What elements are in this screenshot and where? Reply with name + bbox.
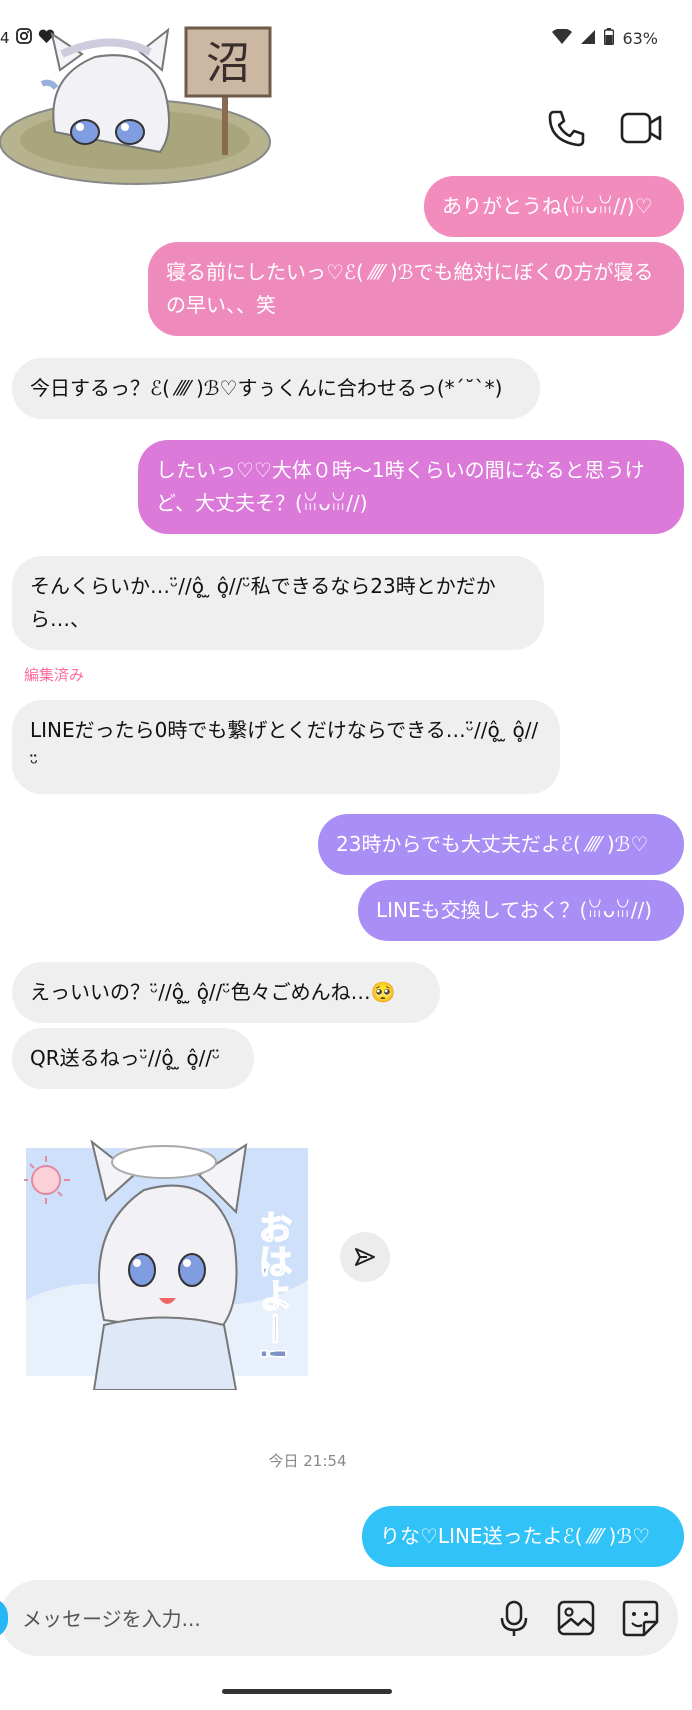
message-composer [0,1580,678,1656]
message-bubble-incoming[interactable]: 今日するっ？ℰ( ⁄⁄⁄⁄ )ℬ♡すぅくんに合わせるっ(*´˘`*) [12,358,540,419]
image-icon[interactable] [556,1598,596,1638]
message-bubble-incoming[interactable]: えっいいの？ᵕ̈//ô̥ ̫ ô̥//ᵕ̈色々ごめんね…🥺 [12,962,440,1023]
send-icon[interactable] [340,1232,390,1282]
sign-text: 沼 [206,38,250,89]
timestamp-divider: 今日 21:54 [268,1452,347,1470]
message-bubble-outgoing[interactable]: 寝る前にしたいっ♡ℰ( ⁄⁄⁄⁄ )ℬでも絶対にぼくの方が寝るの早い、、笑 [148,242,684,336]
header-sticker-image[interactable]: 沼 [0,22,280,187]
message-bubble-outgoing[interactable]: ありがとうね(ꈍᴗꈍ//)♡ [424,176,684,237]
message-input[interactable] [20,1600,464,1638]
message-bubble-outgoing[interactable]: りな♡LINE送ったよℰ( ⁄⁄⁄⁄ )ℬ♡ [362,1506,684,1567]
message-bubble-incoming[interactable]: そんくらいか…ᵕ̈//ô̥ ̫ ô̥//ᵕ̈私できるなら23時とかだから…、 [12,556,544,650]
sticker-message-image[interactable]: おはよー! [24,1120,314,1390]
video-camera-icon[interactable] [620,108,664,148]
status-bar-right: 63% [552,27,658,49]
message-bubble-incoming[interactable]: QR送るねっᵕ̈//ô̥ ̫ ô̥//ᵕ̈ [12,1028,254,1089]
wifi-icon [552,27,573,49]
battery-level: 63% [622,29,658,48]
phone-icon[interactable] [546,108,586,148]
battery-icon [604,28,615,49]
sticker-text: おはよー! [252,1210,292,1362]
signal-icon [580,29,596,49]
sticker-icon[interactable] [620,1598,660,1638]
microphone-icon[interactable] [494,1598,534,1638]
home-indicator[interactable] [222,1689,392,1694]
camera-button[interactable] [0,1598,8,1638]
message-bubble-outgoing[interactable]: LINEも交換しておく？(ꈍᴗꈍ//) [358,880,684,941]
edited-label: 編集済み [24,666,85,684]
message-bubble-outgoing[interactable]: したいっ♡♡大体０時〜1時くらいの間になると思うけど、大丈夫そ？(ꈍᴗꈍ//) [138,440,684,534]
message-bubble-incoming[interactable]: LINEだったら0時でも繋げとくだけならできる…ᵕ̈//ô̥ ̫ ô̥//ᵕ̈ [12,700,560,794]
message-bubble-outgoing[interactable]: 23時からでも大丈夫だよℰ( ⁄⁄⁄⁄ )ℬ♡ [318,814,684,875]
